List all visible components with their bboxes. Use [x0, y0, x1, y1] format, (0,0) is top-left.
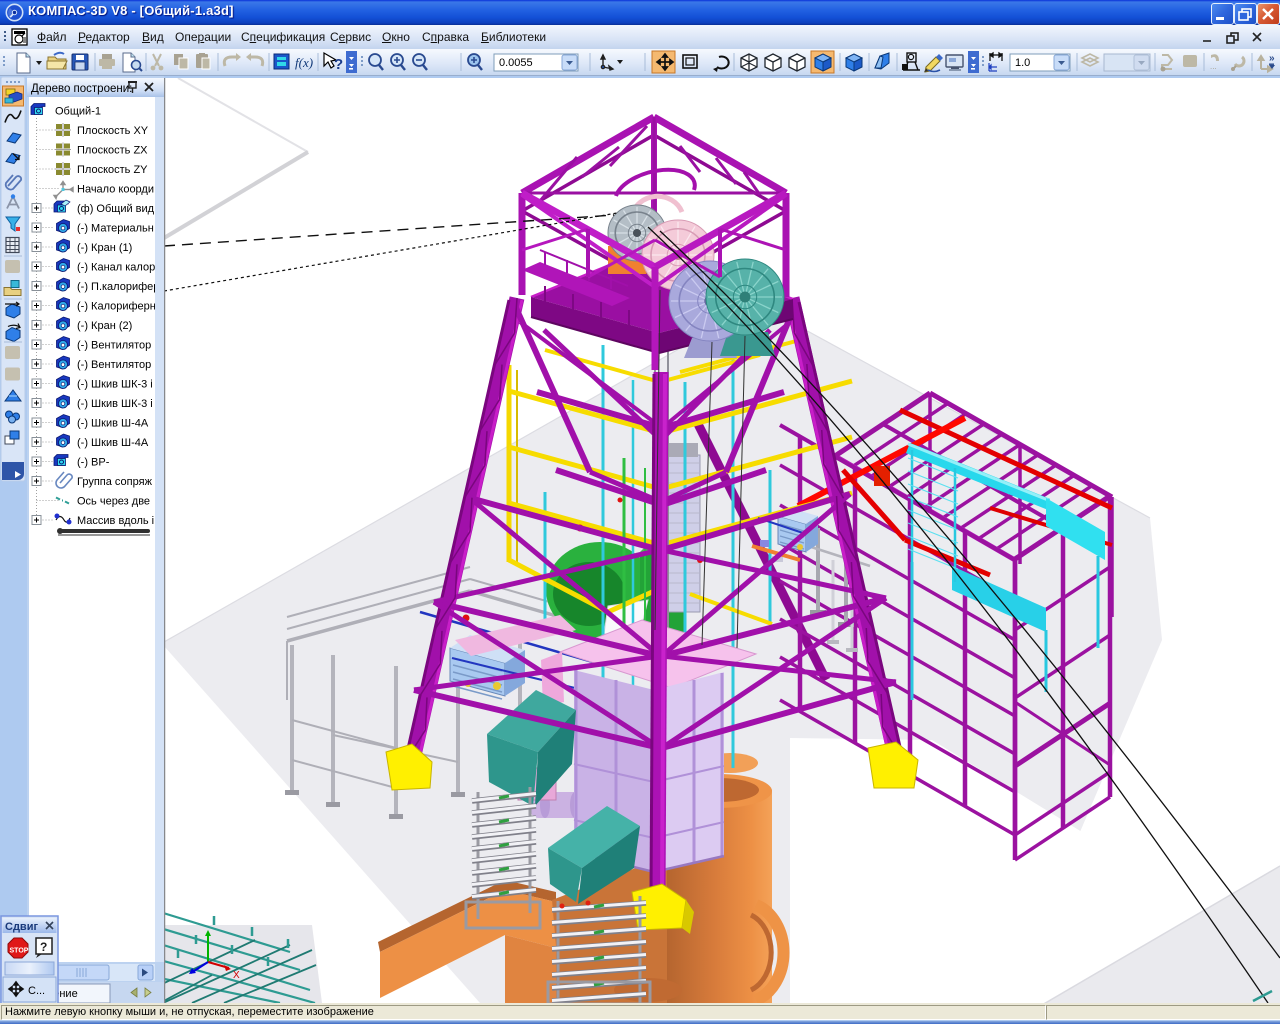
svg-text:(-) Кран (1): (-) Кран (1) — [77, 242, 132, 254]
svg-text:(-) Калориферн: (-) Калориферн — [77, 301, 156, 313]
svg-text:Группа сопряж: Группа сопряж — [77, 476, 153, 488]
svg-text:(-) Материальн: (-) Материальн — [77, 223, 154, 235]
svg-text:Начало коорди: Начало коорди — [77, 184, 154, 196]
svg-text:(-) Вентилятор: (-) Вентилятор — [77, 340, 151, 352]
svg-text:(-) Канал калор: (-) Канал калор — [77, 262, 155, 274]
svg-text:(-) Шкив ШК-3 і: (-) Шкив ШК-3 і — [77, 379, 153, 391]
svg-text:(-) Шкив Ш-4А: (-) Шкив Ш-4А — [77, 437, 149, 449]
svg-text:(-) Вентилятор: (-) Вентилятор — [77, 359, 151, 371]
svg-text:Плоскость ZY: Плоскость ZY — [77, 164, 148, 176]
svg-text:С...: С... — [28, 985, 45, 997]
svg-text:?: ? — [334, 56, 343, 73]
svg-text:»: » — [1269, 53, 1275, 64]
svg-text:Плоскость ZX: Плоскость ZX — [77, 145, 148, 157]
svg-text:Сдвиг: Сдвиг — [5, 921, 38, 933]
svg-text:(-) ВР-: (-) ВР- — [77, 457, 110, 469]
svg-text:(ф) Общий вид: (ф) Общий вид — [77, 203, 155, 215]
svg-text:Дерево построени:: Дерево построени: — [31, 83, 132, 95]
svg-text:...: ... — [1210, 62, 1217, 71]
svg-text:Плоскость XY: Плоскость XY — [77, 125, 149, 137]
svg-text:(-) Шкив Ш-4А: (-) Шкив Ш-4А — [77, 418, 149, 430]
svg-text:X: X — [233, 970, 240, 981]
svg-text:Ось через две: Ось через две — [77, 496, 150, 508]
svg-text:(-) П.калорифер: (-) П.калорифер — [77, 281, 159, 293]
svg-text:1.0: 1.0 — [1015, 57, 1030, 69]
svg-text:STOP: STOP — [10, 948, 29, 955]
svg-text:?: ? — [40, 940, 47, 954]
svg-text:(-) Шкив ШК-3 і: (-) Шкив ШК-3 і — [77, 398, 153, 410]
svg-text:0.0055: 0.0055 — [499, 57, 533, 69]
svg-text:Массив вдоль і: Массив вдоль і — [77, 515, 154, 527]
svg-text:f(x): f(x) — [295, 55, 313, 70]
svg-text:Общий-1: Общий-1 — [55, 106, 101, 118]
svg-text:(-) Кран (2): (-) Кран (2) — [77, 320, 132, 332]
